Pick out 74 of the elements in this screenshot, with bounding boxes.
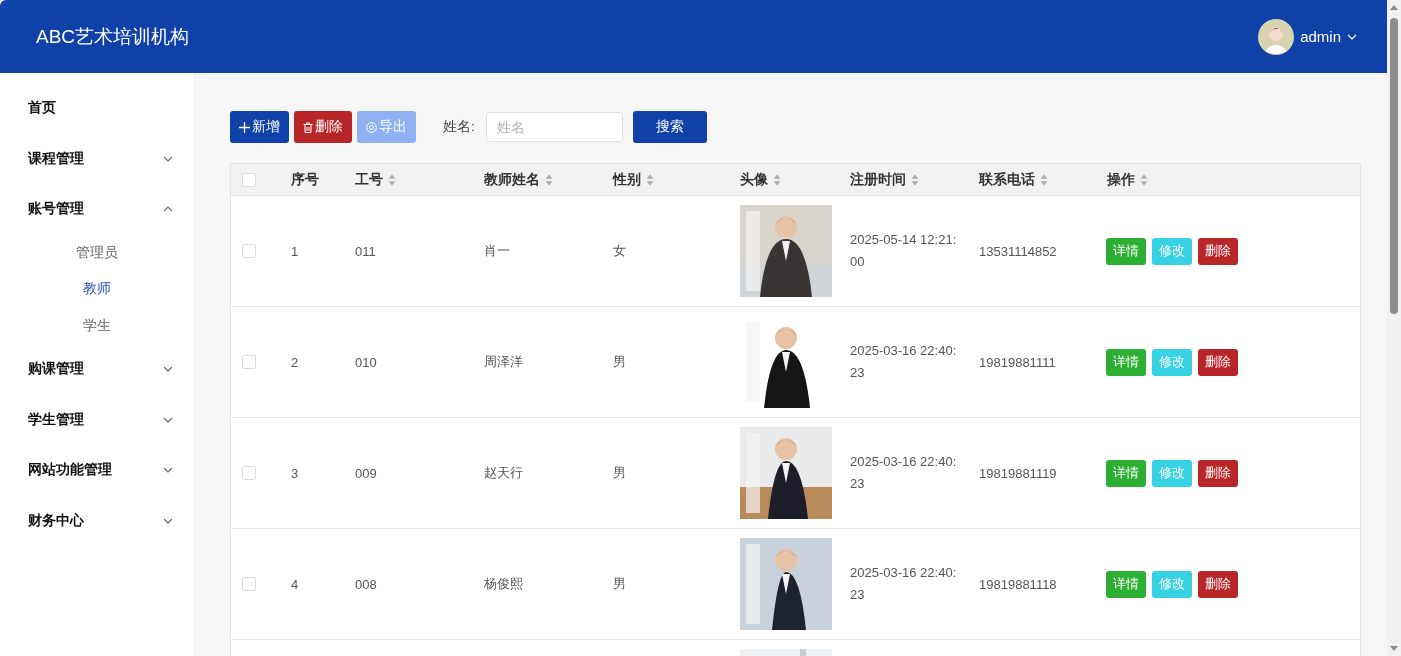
sort-icon[interactable] xyxy=(388,173,396,186)
table-cell: 女 xyxy=(613,242,626,260)
menu-item[interactable]: 学生管理 xyxy=(0,394,193,445)
menu-item[interactable]: 课程管理 xyxy=(0,133,193,184)
table-cell: 4 xyxy=(291,576,299,592)
table-cell-text: 2025-03-16 22:40:23 xyxy=(850,453,958,493)
sort-icon[interactable] xyxy=(646,173,654,186)
trash-icon xyxy=(303,121,313,133)
scroll-up-icon[interactable] xyxy=(1390,5,1398,10)
table-cell: 008 xyxy=(355,576,377,592)
table-cell-text: 2025-03-16 22:40:23 xyxy=(850,564,958,604)
table-cell: 肖一 xyxy=(484,242,510,260)
column-header: 头像 xyxy=(740,170,768,189)
menu-item[interactable]: 首页 xyxy=(0,83,193,134)
row-checkbox[interactable] xyxy=(242,466,256,480)
column-header: 工号 xyxy=(355,170,383,189)
menu-item[interactable]: 购课管理 xyxy=(0,344,193,395)
delete-button[interactable]: 删除 xyxy=(1198,348,1238,376)
column-header: 序号 xyxy=(291,170,319,189)
row-checkbox[interactable] xyxy=(242,244,256,258)
search-button[interactable]: 搜索 xyxy=(632,111,707,143)
delete-button[interactable]: 删除 xyxy=(294,111,352,143)
user-name[interactable]: admin xyxy=(1300,28,1341,45)
table-cell-text: 2025-05-14 12:21:00 xyxy=(850,231,958,271)
scroll-down-icon[interactable] xyxy=(1390,646,1398,651)
delete-button[interactable]: 删除 xyxy=(1198,459,1238,487)
table-cell: 男 xyxy=(613,575,626,593)
column-header: 注册时间 xyxy=(850,170,906,189)
plus-icon xyxy=(239,121,250,133)
sort-icon[interactable] xyxy=(1040,173,1048,186)
scrollbar[interactable] xyxy=(1387,0,1401,656)
table-cell: 19819881111 xyxy=(979,354,1056,370)
column-header: 操作 xyxy=(1107,170,1135,189)
delete-button[interactable]: 删除 xyxy=(1198,570,1238,598)
row-checkbox[interactable] xyxy=(242,355,256,369)
table-cell: 杨俊熙 xyxy=(484,575,523,593)
app-title: ABC艺术培训机构 xyxy=(36,24,190,49)
table-cell: 男 xyxy=(613,464,626,482)
submenu-item[interactable]: 教师 xyxy=(0,271,193,308)
submenu-item[interactable]: 学生 xyxy=(0,307,193,344)
chevron-down-icon[interactable] xyxy=(1347,33,1357,40)
column-header: 联系电话 xyxy=(979,170,1035,189)
sort-icon[interactable] xyxy=(911,173,919,186)
table-cell: 1 xyxy=(291,243,299,259)
select-all-checkbox[interactable] xyxy=(242,172,256,187)
add-button[interactable]: 新增 xyxy=(230,111,289,143)
menu-item[interactable]: 账号管理 xyxy=(0,184,193,235)
table-cell: 3 xyxy=(291,465,299,481)
table-cell: 19819881118 xyxy=(979,576,1057,592)
table-cell: 19819881119 xyxy=(979,465,1057,481)
name-search-field[interactable]: 姓名 xyxy=(485,112,623,142)
table-cell: 009 xyxy=(355,465,377,481)
user-avatar-icon[interactable] xyxy=(1258,18,1295,55)
column-header: 教师姓名 xyxy=(484,170,540,189)
sort-icon[interactable] xyxy=(1140,173,1148,186)
submenu-item[interactable]: 管理员 xyxy=(0,234,193,271)
table-cell: 2 xyxy=(291,354,299,370)
table-cell-text: 2025-03-16 22:40:23 xyxy=(850,342,958,382)
table-cell: 011 xyxy=(355,243,376,259)
target-icon xyxy=(366,121,377,133)
table-cell: 010 xyxy=(355,354,377,370)
table-cell: 男 xyxy=(613,353,626,371)
column-header: 性别 xyxy=(613,170,641,189)
table-cell: 赵天行 xyxy=(484,464,523,482)
table-cell: 13531114852 xyxy=(979,243,1057,259)
menu-item[interactable]: 财务中心 xyxy=(0,495,193,546)
search-label: 姓名: xyxy=(443,118,475,136)
scrollbar-thumb[interactable] xyxy=(1390,18,1398,314)
sort-icon[interactable] xyxy=(773,173,781,186)
delete-button[interactable]: 删除 xyxy=(1198,237,1238,265)
sort-icon[interactable] xyxy=(545,173,553,186)
row-checkbox[interactable] xyxy=(242,577,256,591)
menu-item[interactable]: 网站功能管理 xyxy=(0,445,193,496)
table-cell: 周泽洋 xyxy=(484,353,523,371)
